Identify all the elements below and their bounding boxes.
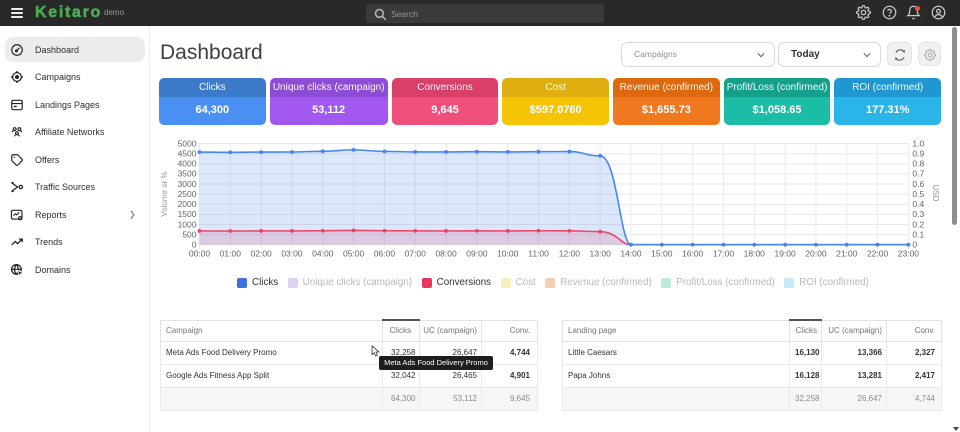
svg-text:09:00: 09:00 xyxy=(466,249,488,259)
svg-text:1500: 1500 xyxy=(178,209,197,219)
svg-text:0.2: 0.2 xyxy=(912,219,924,229)
svg-text:0.8: 0.8 xyxy=(912,159,924,169)
svg-text:0.9: 0.9 xyxy=(912,149,924,159)
svg-text:11:00: 11:00 xyxy=(528,249,549,259)
svg-text:0.6: 0.6 xyxy=(912,179,924,189)
svg-text:0.4: 0.4 xyxy=(912,199,924,209)
svg-text:500: 500 xyxy=(182,229,196,239)
svg-text:USD: USD xyxy=(931,185,940,202)
svg-text:02:00: 02:00 xyxy=(251,249,273,259)
svg-text:Volume or %: Volume or % xyxy=(160,171,169,216)
svg-text:4500: 4500 xyxy=(178,149,197,159)
svg-text:16:00: 16:00 xyxy=(682,249,704,259)
svg-text:04:00: 04:00 xyxy=(312,249,334,259)
svg-text:23:00: 23:00 xyxy=(898,249,920,259)
svg-text:1.0: 1.0 xyxy=(912,138,924,148)
svg-text:0.1: 0.1 xyxy=(912,229,924,239)
svg-text:03:00: 03:00 xyxy=(281,249,303,259)
svg-text:3000: 3000 xyxy=(178,179,197,189)
svg-text:0.7: 0.7 xyxy=(912,169,924,179)
svg-text:13:00: 13:00 xyxy=(590,249,612,259)
svg-text:14:00: 14:00 xyxy=(620,249,642,259)
svg-text:17:00: 17:00 xyxy=(713,249,735,259)
svg-text:19:00: 19:00 xyxy=(774,249,796,259)
svg-text:00:00: 00:00 xyxy=(189,249,211,259)
svg-text:07:00: 07:00 xyxy=(405,249,427,259)
svg-text:10:00: 10:00 xyxy=(497,249,519,259)
svg-text:22:00: 22:00 xyxy=(867,249,889,259)
svg-text:3500: 3500 xyxy=(178,169,197,179)
svg-text:2000: 2000 xyxy=(178,199,197,209)
svg-text:06:00: 06:00 xyxy=(374,249,396,259)
svg-text:20:00: 20:00 xyxy=(805,249,827,259)
svg-text:4000: 4000 xyxy=(178,159,197,169)
svg-text:1000: 1000 xyxy=(178,219,197,229)
svg-text:12:00: 12:00 xyxy=(559,249,581,259)
svg-text:18:00: 18:00 xyxy=(744,249,766,259)
svg-text:21:00: 21:00 xyxy=(836,249,858,259)
svg-text:01:00: 01:00 xyxy=(220,249,242,259)
svg-text:5000: 5000 xyxy=(178,138,197,148)
svg-text:08:00: 08:00 xyxy=(435,249,457,259)
svg-text:2500: 2500 xyxy=(178,189,197,199)
svg-text:15:00: 15:00 xyxy=(651,249,673,259)
svg-text:0.3: 0.3 xyxy=(912,209,924,219)
svg-text:05:00: 05:00 xyxy=(343,249,365,259)
svg-text:0.5: 0.5 xyxy=(912,189,924,199)
